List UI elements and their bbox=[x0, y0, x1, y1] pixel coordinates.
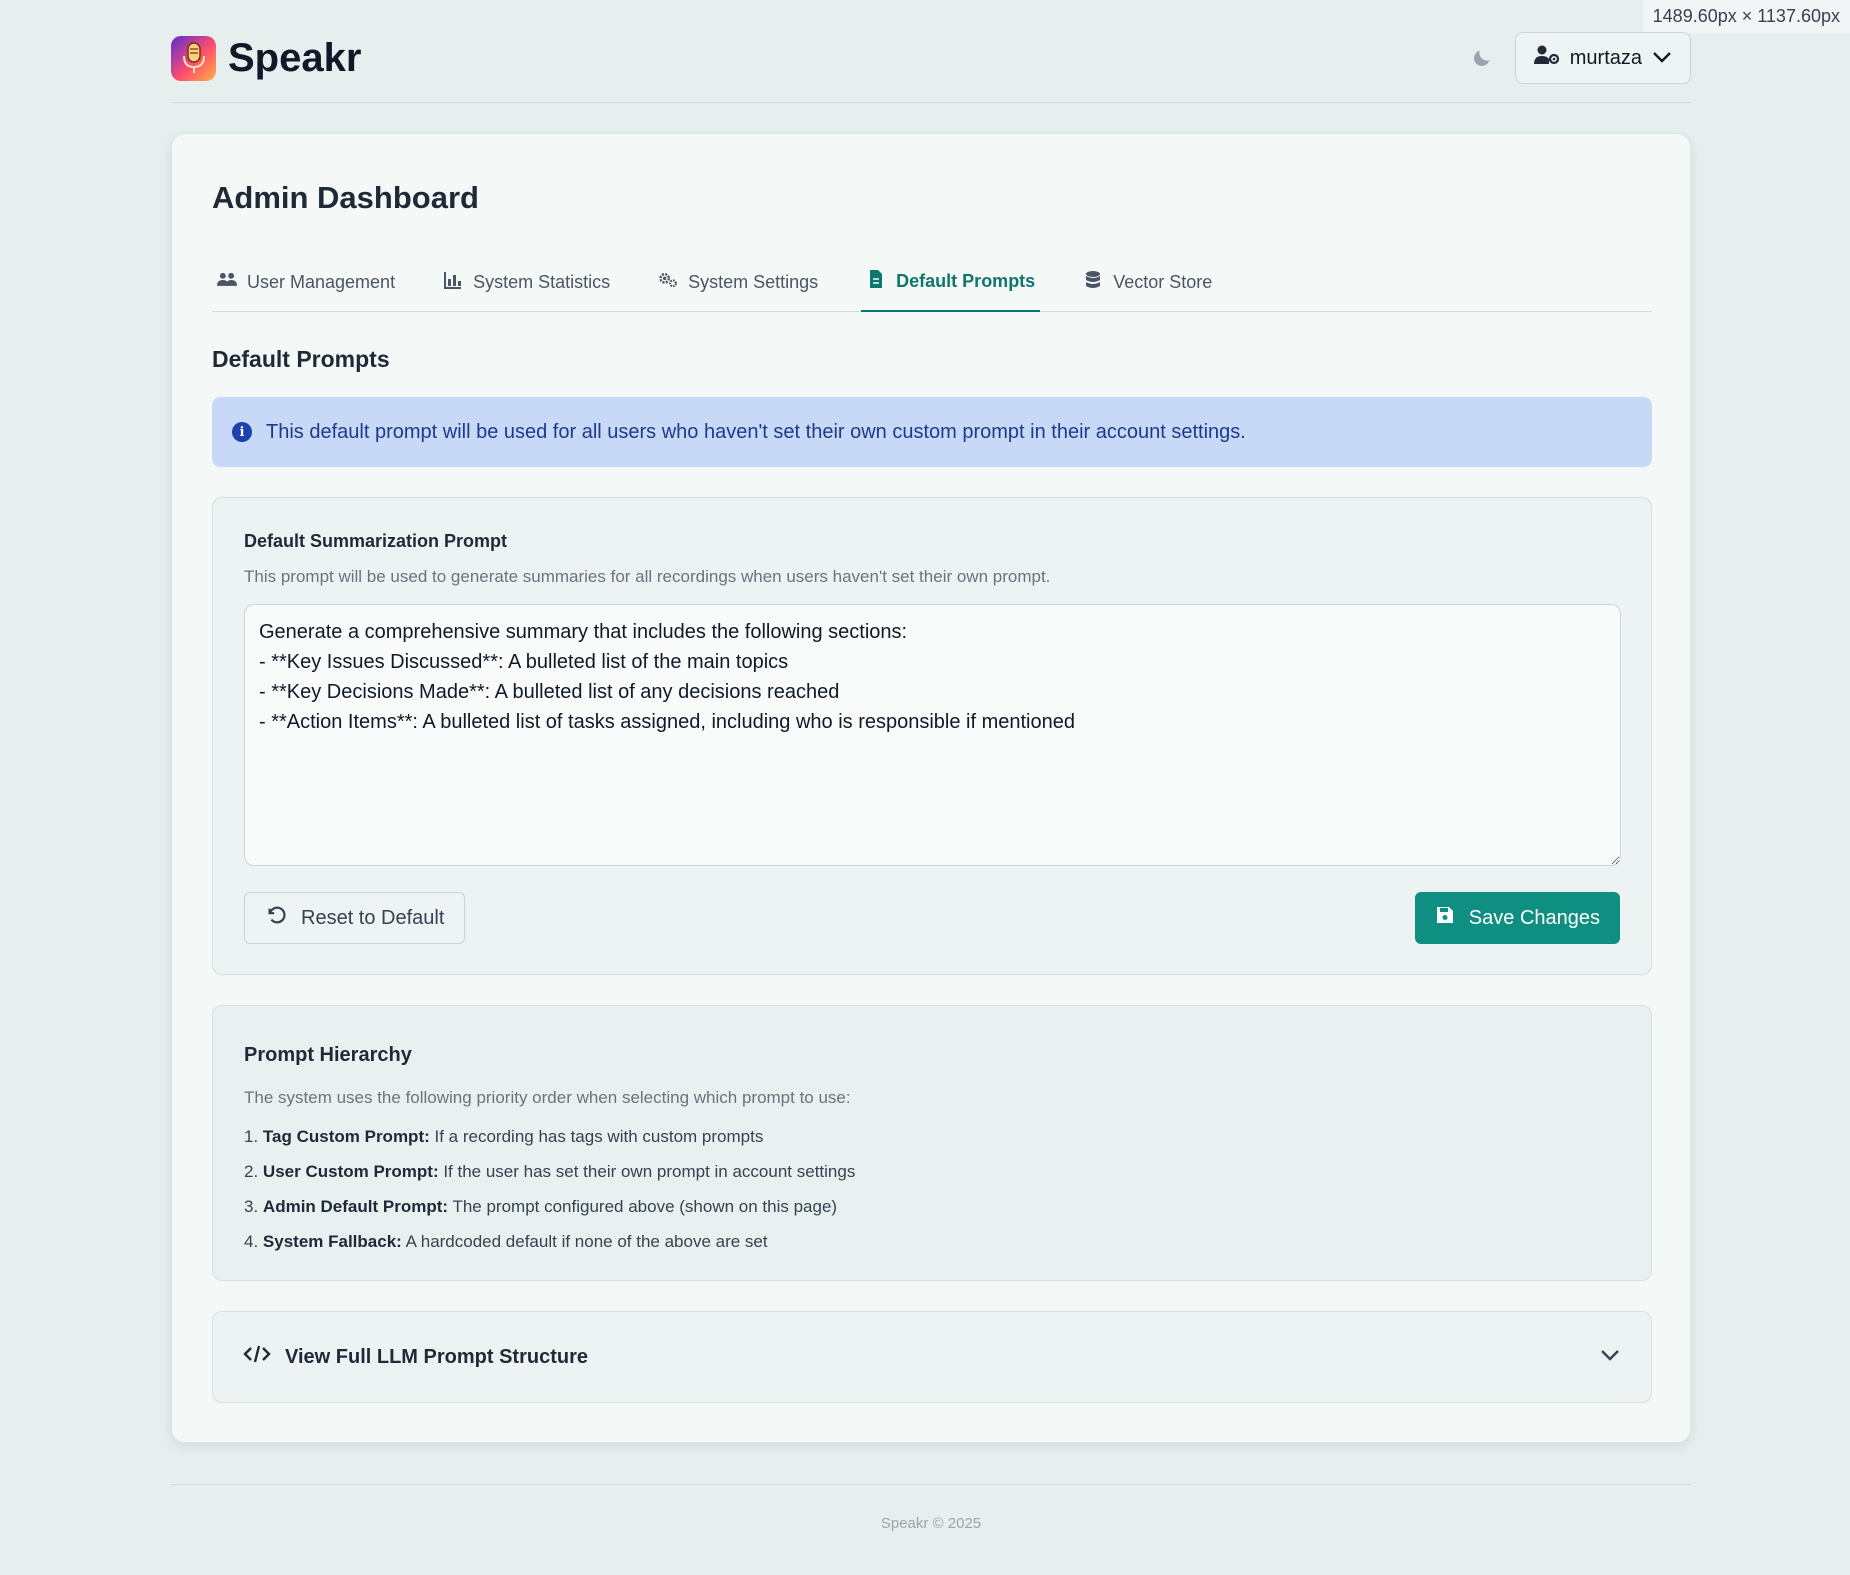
hierarchy-intro: The system uses the following priority o… bbox=[244, 1088, 851, 1107]
prompt-help-text: This prompt will be used to generate sum… bbox=[244, 567, 1051, 586]
footer-text: Speakr © 2025 bbox=[880, 1515, 982, 1532]
moon-icon[interactable] bbox=[1471, 47, 1493, 69]
reset-label: Reset to Default bbox=[301, 906, 445, 929]
save-changes-button[interactable]: Save Changes bbox=[1414, 892, 1620, 944]
list-item: 3. Admin Default Prompt: The prompt conf… bbox=[244, 1197, 838, 1216]
info-icon: i bbox=[232, 422, 252, 442]
page-footer: Speakr © 2025 bbox=[171, 1484, 1691, 1532]
top-header: Speakr murtaza bbox=[171, 30, 1691, 103]
tab-label: Vector Store bbox=[1113, 271, 1213, 292]
tab-label: Default Prompts bbox=[896, 270, 1036, 291]
tab-vector-store[interactable]: Vector Store bbox=[1078, 252, 1217, 312]
undo-icon bbox=[265, 904, 287, 932]
list-item: 1. Tag Custom Prompt: If a recording has… bbox=[244, 1127, 764, 1146]
info-alert: i This default prompt will be used for a… bbox=[212, 397, 1652, 467]
expander-header: View Full LLM Prompt Structure bbox=[243, 1344, 588, 1370]
code-icon bbox=[243, 1344, 271, 1370]
tab-default-prompts[interactable]: Default Prompts bbox=[861, 252, 1041, 312]
file-icon bbox=[866, 269, 886, 294]
tab-system-settings[interactable]: System Settings bbox=[653, 252, 823, 312]
llm-prompt-structure-expander[interactable]: View Full LLM Prompt Structure bbox=[212, 1311, 1652, 1403]
prompt-hierarchy-panel: Prompt Hierarchy The system uses the fol… bbox=[212, 1005, 1652, 1281]
chevron-down-icon bbox=[1599, 1348, 1621, 1367]
user-name: murtaza bbox=[1569, 46, 1642, 69]
expander-label: View Full LLM Prompt Structure bbox=[285, 1345, 588, 1368]
user-menu-button[interactable]: murtaza bbox=[1514, 32, 1691, 84]
page-title: Admin Dashboard bbox=[212, 180, 479, 215]
chart-icon bbox=[443, 270, 463, 295]
brand-name: Speakr bbox=[228, 35, 362, 80]
viewport-size-readout: 1489.60px × 1137.60px bbox=[1642, 0, 1850, 33]
gears-icon bbox=[658, 270, 678, 295]
summarization-prompt-textarea[interactable]: Generate a comprehensive summary that in… bbox=[244, 604, 1621, 866]
reset-to-default-button[interactable]: Reset to Default bbox=[244, 892, 466, 944]
info-text: This default prompt will be used for all… bbox=[266, 420, 1246, 443]
tab-system-statistics[interactable]: System Statistics bbox=[438, 252, 615, 312]
save-label: Save Changes bbox=[1468, 906, 1600, 929]
tab-label: System Settings bbox=[688, 271, 819, 292]
list-item: 2. User Custom Prompt: If the user has s… bbox=[244, 1162, 856, 1181]
user-gear-icon bbox=[1533, 45, 1560, 71]
users-icon bbox=[217, 270, 237, 295]
header-actions: murtaza bbox=[1471, 32, 1691, 100]
prompt-panel: Default Summarization Prompt This prompt… bbox=[212, 497, 1652, 975]
brand[interactable]: Speakr bbox=[171, 35, 362, 97]
hierarchy-title: Prompt Hierarchy bbox=[244, 1044, 412, 1066]
tab-label: System Statistics bbox=[473, 271, 611, 292]
chevron-down-icon bbox=[1652, 47, 1672, 70]
list-item: 4. System Fallback: A hardcoded default … bbox=[244, 1232, 768, 1251]
database-icon bbox=[1083, 270, 1103, 295]
tab-user-management[interactable]: User Management bbox=[212, 252, 400, 312]
tab-label: User Management bbox=[247, 271, 396, 292]
section-title: Default Prompts bbox=[212, 346, 390, 372]
microphone-logo-icon bbox=[171, 35, 216, 81]
prompt-label: Default Summarization Prompt bbox=[244, 531, 508, 551]
admin-tabs: User Management System Statistics System… bbox=[212, 252, 1652, 312]
hierarchy-list: 1. Tag Custom Prompt: If a recording has… bbox=[244, 1126, 855, 1266]
save-icon bbox=[1435, 905, 1455, 931]
admin-card: Admin Dashboard User Management System S… bbox=[171, 133, 1691, 1443]
